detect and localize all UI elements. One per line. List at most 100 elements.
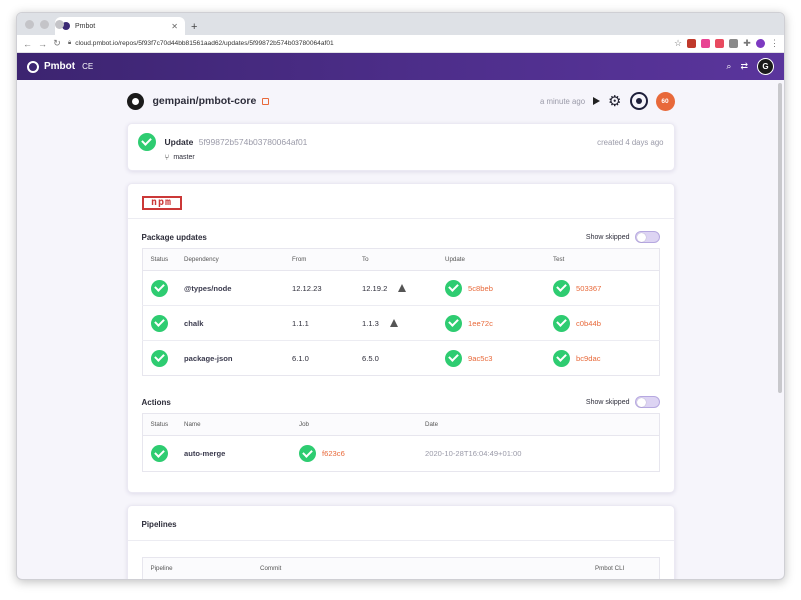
repo-actions: a minute ago ⚙ 60: [540, 91, 675, 111]
package-manager-card: npm Package updates Show skipped Status …: [126, 183, 675, 493]
url-text: cloud.pmbot.io/repos/5f93f7c70d44bb81561…: [75, 40, 334, 47]
people-extension-icon[interactable]: [729, 39, 738, 48]
success-check-icon: [445, 279, 462, 297]
update-hash: 5f99872b574b03780064af01: [198, 137, 308, 147]
success-check-icon: [445, 349, 462, 367]
avatar[interactable]: G: [757, 58, 774, 75]
column-header: Pmbot CLI: [587, 557, 659, 579]
circleci-icon[interactable]: [629, 92, 648, 110]
column-header: Test: [545, 248, 659, 271]
main-content: gempain/pmbot-core a minute ago ⚙ 60 Upd…: [126, 80, 675, 579]
bookmark-star-icon[interactable]: ☆: [674, 38, 682, 49]
github-icon: [126, 92, 144, 110]
extension-icons: ☆ ✚ ⋮: [674, 38, 779, 49]
browser-tab[interactable]: Pmbot ✕: [55, 17, 185, 35]
to-version: 6.5.0: [362, 353, 379, 363]
show-skipped-label: Show skipped: [585, 233, 630, 241]
column-header: Job: [291, 413, 417, 436]
action-job-link[interactable]: f623c6: [322, 449, 345, 458]
npm-logo: npm: [141, 195, 182, 210]
divider: [127, 218, 674, 219]
window-controls: [25, 20, 64, 29]
update-card: Update 5f99872b574b03780064af01 ⑂ master…: [126, 123, 675, 171]
table-header-row: Status Name Job Date: [142, 413, 659, 436]
column-header: Pipeline: [142, 557, 252, 579]
update-job-link[interactable]: 9ac5c3: [468, 354, 493, 363]
url-field[interactable]: 🔒︎ cloud.pmbot.io/repos/5f93f7c70d44bb81…: [68, 37, 667, 51]
maximize-window-icon[interactable]: [55, 20, 64, 29]
update-job-link[interactable]: 1ee72c: [468, 319, 493, 328]
table-row: chalk 1.1.1 1.1.3 1ee72c c0b44b: [142, 305, 659, 341]
success-check-icon: [150, 445, 168, 462]
success-check-icon: [445, 314, 462, 332]
from-version: 12.12.23: [284, 270, 354, 306]
package-updates-header: Package updates Show skipped: [142, 231, 660, 243]
created-time: created 4 days ago: [597, 138, 664, 147]
search-icon[interactable]: ⌕: [726, 61, 731, 72]
pmbot-logo-icon: [27, 60, 39, 73]
success-check-icon: [150, 314, 168, 332]
update-info: Update 5f99872b574b03780064af01 ⑂ master: [165, 133, 308, 162]
success-check-icon: [299, 445, 316, 462]
tab-bar: Pmbot ✕ +: [17, 13, 784, 35]
forward-icon[interactable]: →: [38, 39, 47, 49]
actions-title: Actions: [141, 397, 171, 407]
update-label: Update: [164, 137, 194, 147]
profile-avatar-icon[interactable]: [756, 39, 765, 48]
page-scrollbar[interactable]: [778, 83, 782, 393]
test-job-link[interactable]: bc9dac: [576, 354, 601, 363]
column-header: Update: [437, 248, 545, 271]
minimize-window-icon[interactable]: [40, 20, 49, 29]
branch-name: master: [173, 154, 195, 161]
show-skipped-label: Show skipped: [585, 398, 630, 406]
app-header: Pmbot CE ⌕ ⇄ G: [17, 53, 784, 80]
edition-label: CE: [82, 62, 94, 71]
pink-extension-icon[interactable]: [701, 39, 710, 48]
table-row: @types/node 12.12.23 12.19.2 5c8beb 5033…: [142, 270, 659, 306]
brand[interactable]: Pmbot CE: [27, 60, 94, 73]
column-header: Name: [176, 413, 291, 436]
a-extension-icon[interactable]: [715, 39, 724, 48]
column-header: To: [354, 248, 437, 271]
show-skipped-toggle[interactable]: [634, 231, 660, 243]
table-header-row: Pipeline Commit Pmbot CLI: [142, 557, 659, 579]
test-job-link[interactable]: 503367: [576, 284, 601, 293]
success-check-icon: [150, 279, 168, 297]
more-menu-icon[interactable]: ⋮: [770, 38, 779, 49]
from-version: 1.1.1: [284, 305, 354, 341]
browser-window: Pmbot ✕ + ← → ↻ 🔒︎ cloud.pmbot.io/repos/…: [16, 12, 785, 580]
column-header: Date: [417, 413, 659, 436]
dependency-name: @types/node: [176, 270, 284, 306]
external-link-icon[interactable]: [262, 97, 270, 105]
success-check-icon: [553, 279, 570, 297]
brand-name: Pmbot: [44, 61, 76, 72]
table-row: package-json 6.1.0 6.5.0 9ac5c3 bc9dac: [142, 341, 659, 376]
from-version: 6.1.0: [292, 353, 309, 363]
close-tab-icon[interactable]: ✕: [171, 22, 178, 31]
close-window-icon[interactable]: [25, 20, 34, 29]
reload-icon[interactable]: ↻: [53, 38, 61, 49]
show-skipped-packages: Show skipped: [586, 231, 660, 243]
divider: [127, 540, 674, 541]
sync-icon[interactable]: ⇄: [740, 61, 748, 72]
address-bar: ← → ↻ 🔒︎ cloud.pmbot.io/repos/5f93f7c70d…: [17, 35, 784, 53]
play-icon[interactable]: [593, 97, 601, 105]
success-check-icon: [553, 349, 570, 367]
back-icon[interactable]: ←: [23, 39, 32, 49]
test-job-link[interactable]: c0b44b: [576, 319, 601, 328]
column-header: Commit: [252, 557, 587, 579]
shield-extension-icon[interactable]: [687, 39, 696, 48]
gear-icon[interactable]: ⚙: [608, 94, 621, 109]
dependency-name: package-json: [184, 353, 233, 363]
puzzle-extension-icon[interactable]: ✚: [743, 38, 751, 49]
lock-icon: 🔒︎: [68, 40, 72, 46]
repo-header: gempain/pmbot-core a minute ago ⚙ 60: [126, 90, 675, 112]
new-tab-icon[interactable]: +: [191, 21, 197, 33]
column-header: Status: [142, 413, 176, 436]
table-header-row: Status Dependency From To Update Test: [142, 248, 659, 271]
show-skipped-toggle[interactable]: [634, 396, 660, 408]
update-title: Update 5f99872b574b03780064af01: [165, 137, 308, 147]
warning-icon: [398, 284, 407, 292]
update-job-link[interactable]: 5c8beb: [468, 284, 493, 293]
to-version: 1.1.3: [362, 318, 379, 328]
